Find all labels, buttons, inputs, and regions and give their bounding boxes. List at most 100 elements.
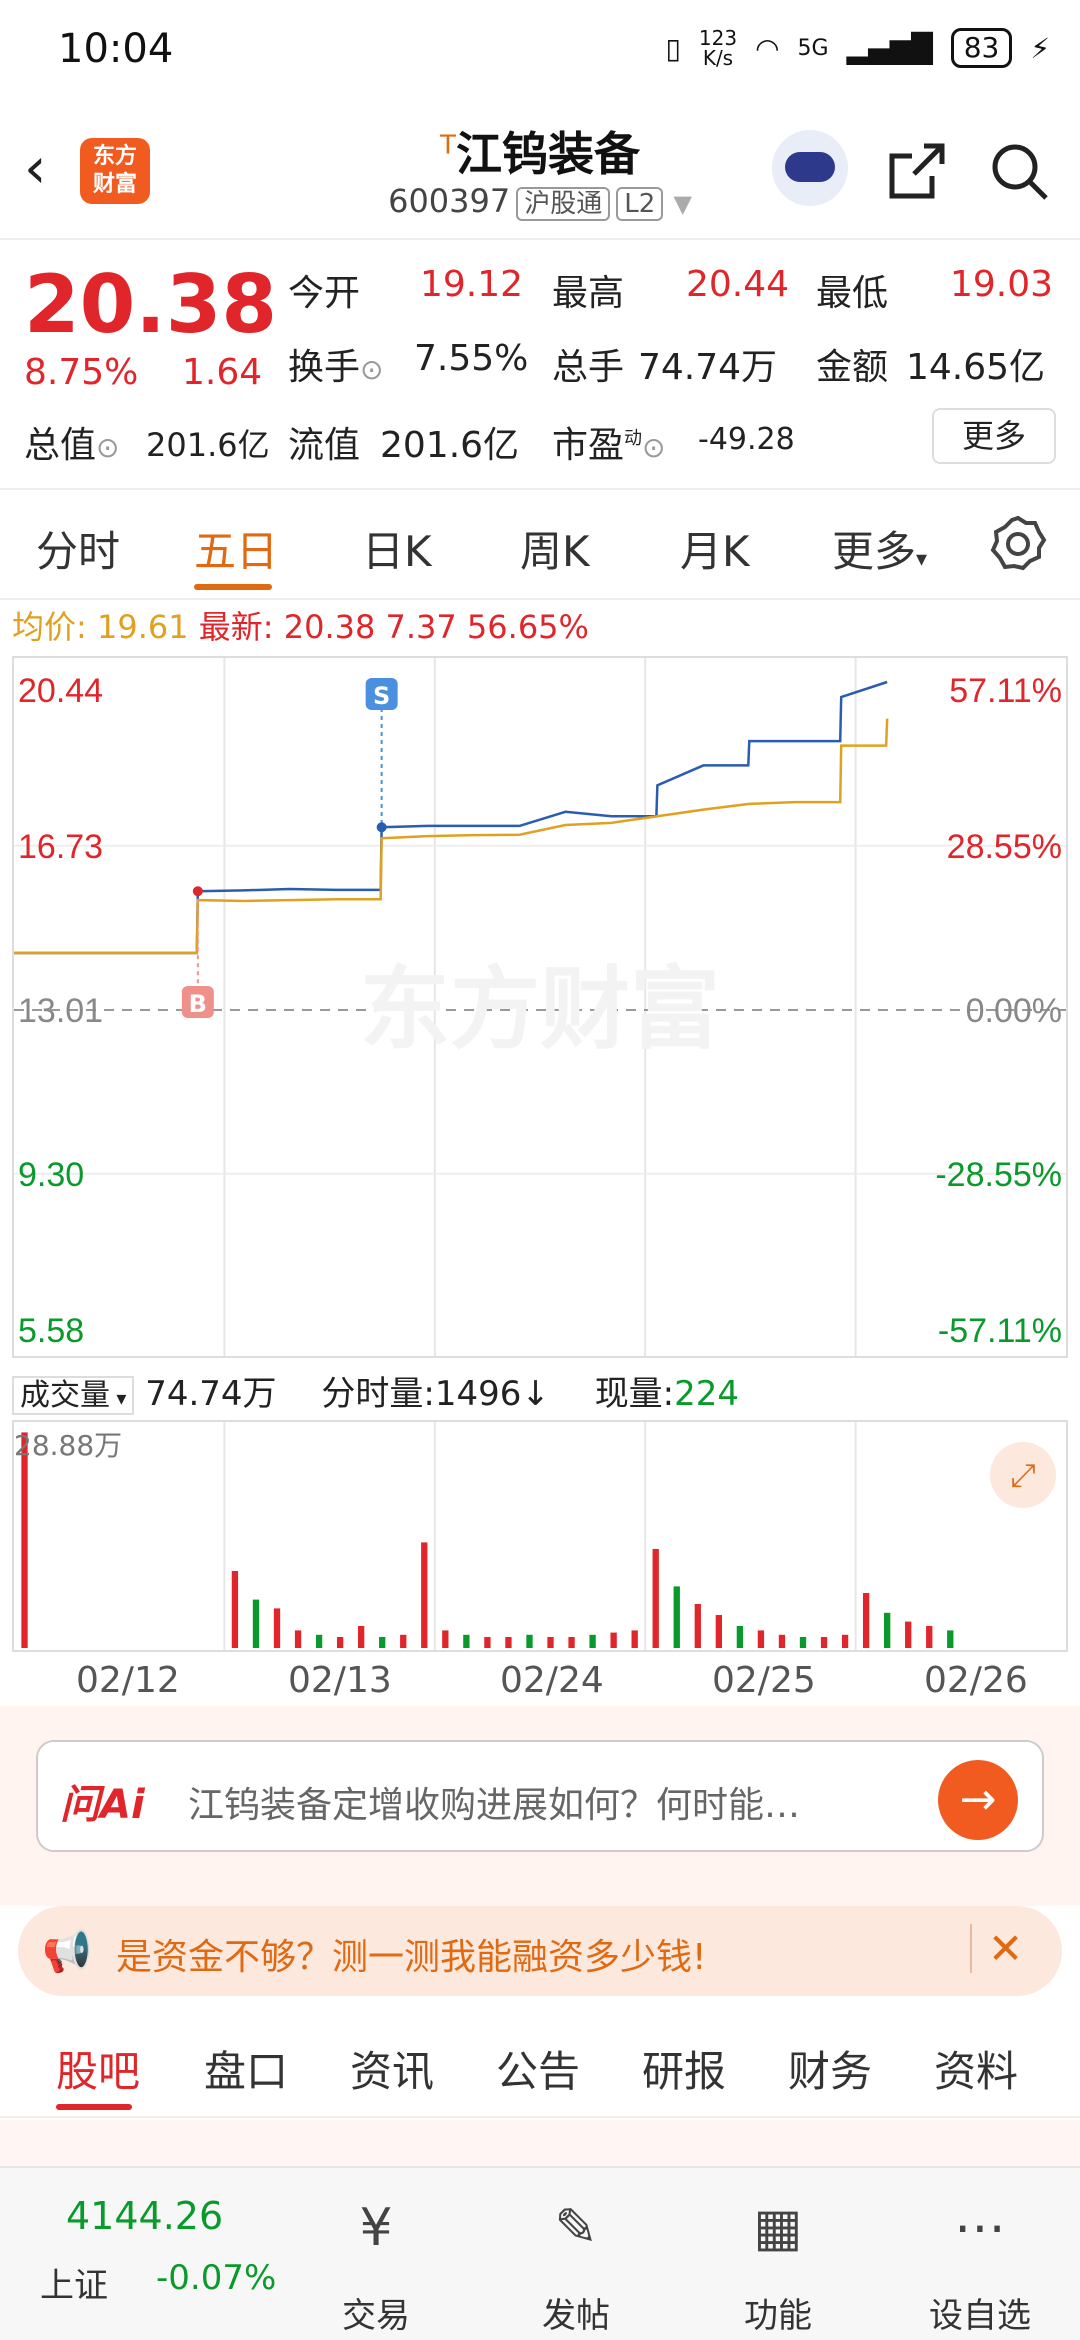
signal-label: 5G: [797, 35, 829, 61]
float-cap-value: 201.6亿: [380, 425, 520, 466]
change-amount: 1.64: [182, 352, 263, 393]
down-arrow-icon: ↓: [521, 1374, 550, 1414]
nav-functions[interactable]: 功能: [708, 2288, 848, 2337]
volume-bar: [673, 1586, 680, 1648]
nav-trade[interactable]: 交易: [306, 2288, 446, 2337]
minute-volume-value: 1496: [434, 1374, 522, 1414]
volume-bar: [862, 1593, 870, 1648]
volume-chart[interactable]: 28.88万 ⤢: [12, 1420, 1068, 1652]
axis-tick-label: 20.44: [18, 672, 103, 710]
stock-header: ‹ 东方 财富 T江钨装备 600397 沪股通 L2 ▼: [0, 100, 1080, 240]
current-volume-value: 224: [674, 1374, 740, 1414]
close-icon[interactable]: ✕: [970, 1924, 1023, 1973]
tab-intraday[interactable]: 分时: [36, 518, 120, 579]
index-percent[interactable]: -0.07%: [156, 2258, 276, 2298]
ai-brand-logo: 问Ai: [60, 1782, 145, 1828]
content-preview-strip: [0, 2120, 1080, 2166]
low-value: 19.03: [950, 264, 1054, 305]
volume-bar: [463, 1634, 470, 1648]
index-value[interactable]: 4144.26: [66, 2194, 223, 2238]
pe-value: -49.28: [698, 422, 795, 457]
tab-more[interactable]: 更多▾: [832, 518, 927, 579]
volume-bar: [926, 1626, 933, 1648]
arrow-right-icon[interactable]: →: [938, 1760, 1018, 1840]
volume-bar: [652, 1549, 659, 1648]
edit-icon[interactable]: ✎: [506, 2198, 646, 2258]
volume-bar: [315, 1634, 323, 1648]
tab-weekly-k[interactable]: 周K: [520, 518, 590, 579]
minute-volume-label: 分时量:: [321, 1374, 435, 1414]
volume-bar: [421, 1542, 428, 1648]
tab-order-book[interactable]: 盘口: [204, 2038, 288, 2099]
tab-profile[interactable]: 资料: [934, 2038, 1018, 2099]
volume-header: 成交量 ▾ 74.74万 分时量:1496↓ 现量:224: [12, 1366, 1068, 1420]
search-icon[interactable]: [988, 140, 1052, 204]
axis-tick-label: 0.00%: [966, 992, 1062, 1030]
volume-dropdown[interactable]: 成交量 ▾: [12, 1376, 135, 1415]
last-percent: 56.65%: [466, 608, 589, 646]
nav-post[interactable]: 发帖: [506, 2288, 646, 2337]
axis-tick-label: -28.55%: [935, 1156, 1062, 1194]
volume-bar: [568, 1637, 575, 1648]
tab-financials[interactable]: 财务: [788, 2038, 872, 2099]
date-label: 02/13: [288, 1660, 392, 1701]
more-dots-icon[interactable]: ⋯: [910, 2198, 1050, 2258]
grid-icon[interactable]: ▦: [708, 2198, 848, 2258]
dropdown-icon: ▾: [916, 547, 928, 572]
volume-bar: [252, 1599, 260, 1648]
net-speed: 123 K/s: [698, 26, 738, 70]
share-icon[interactable]: [884, 140, 948, 204]
volume-bar: [694, 1604, 701, 1648]
ask-ai-box[interactable]: 问Ai 江钨装备定增收购进展如何？何时能… →: [36, 1740, 1044, 1852]
volume-bar: [757, 1630, 765, 1648]
high-value: 20.44: [686, 264, 790, 305]
expand-icon[interactable]: ⤢: [990, 1442, 1056, 1508]
axis-tick-label: 13.01: [18, 992, 103, 1030]
buy-marker-dot: [192, 886, 203, 897]
tab-announcements[interactable]: 公告: [496, 2038, 580, 2099]
tab-daily-k[interactable]: 日K: [362, 518, 432, 579]
pe-label: 市盈动⊙: [552, 425, 666, 466]
open-value: 19.12: [420, 264, 524, 305]
promo-banner[interactable]: 📢 是资金不够？测一测我能融资多少钱! ✕: [18, 1906, 1062, 1996]
tab-research[interactable]: 研报: [642, 2038, 726, 2099]
volume-bar: [547, 1637, 554, 1648]
robot-assistant-icon[interactable]: [772, 130, 848, 206]
volume-bar: [799, 1637, 807, 1648]
volume-bar: [841, 1634, 849, 1648]
nav-add-watchlist[interactable]: 设自选: [910, 2288, 1050, 2337]
buy-marker-label: B: [189, 990, 207, 1018]
amount-value: 14.65亿: [906, 347, 1046, 388]
volume-bar: [273, 1608, 281, 1648]
index-name[interactable]: 上证: [40, 2258, 108, 2307]
yuan-exchange-icon[interactable]: ¥: [306, 2198, 446, 2258]
megaphone-icon: 📢: [42, 1929, 92, 1975]
ai-question: 江钨装备定增收购进展如何？何时能…: [188, 1785, 801, 1826]
volume-bar: [379, 1637, 386, 1648]
volume-bar: [715, 1615, 722, 1648]
tab-forum[interactable]: 股吧: [56, 2038, 140, 2099]
date-axis: 02/12 02/13 02/24 02/25 02/26: [0, 1652, 1080, 1704]
volume-bar: [736, 1626, 744, 1648]
info-icon: ⊙: [96, 431, 120, 464]
turnover-label: 换手⊙: [288, 347, 384, 388]
chart-tabs: 分时 五日 日K 周K 月K 更多▾: [0, 490, 1080, 600]
axis-tick-label: 57.11%: [949, 672, 1062, 710]
tab-five-day[interactable]: 五日: [194, 518, 278, 579]
date-label: 02/24: [500, 1660, 604, 1701]
charging-icon: ⚡: [1030, 31, 1050, 65]
settings-gear-icon[interactable]: [988, 514, 1048, 574]
volume-bar: [820, 1637, 828, 1648]
info-icon: ⊙: [360, 353, 384, 386]
last-value: 20.38: [283, 608, 376, 646]
tab-monthly-k[interactable]: 月K: [680, 518, 750, 579]
tab-news[interactable]: 资讯: [350, 2038, 434, 2099]
price-chart[interactable]: 东方财富 20.44 16.73 13.01 9.30 5.58 57.11% 28.55% 0…: [12, 656, 1068, 1358]
turnover-value: 7.55%: [414, 338, 529, 379]
float-cap-label: 流值: [288, 425, 361, 466]
info-tabs: 股吧 盘口 资讯 公告 研报 财务 资料: [0, 2008, 1080, 2118]
volume-bar: [336, 1637, 344, 1648]
volume-bar: [947, 1630, 954, 1648]
volume-bar: [484, 1637, 491, 1648]
quote-more-button[interactable]: 更多: [932, 408, 1056, 464]
